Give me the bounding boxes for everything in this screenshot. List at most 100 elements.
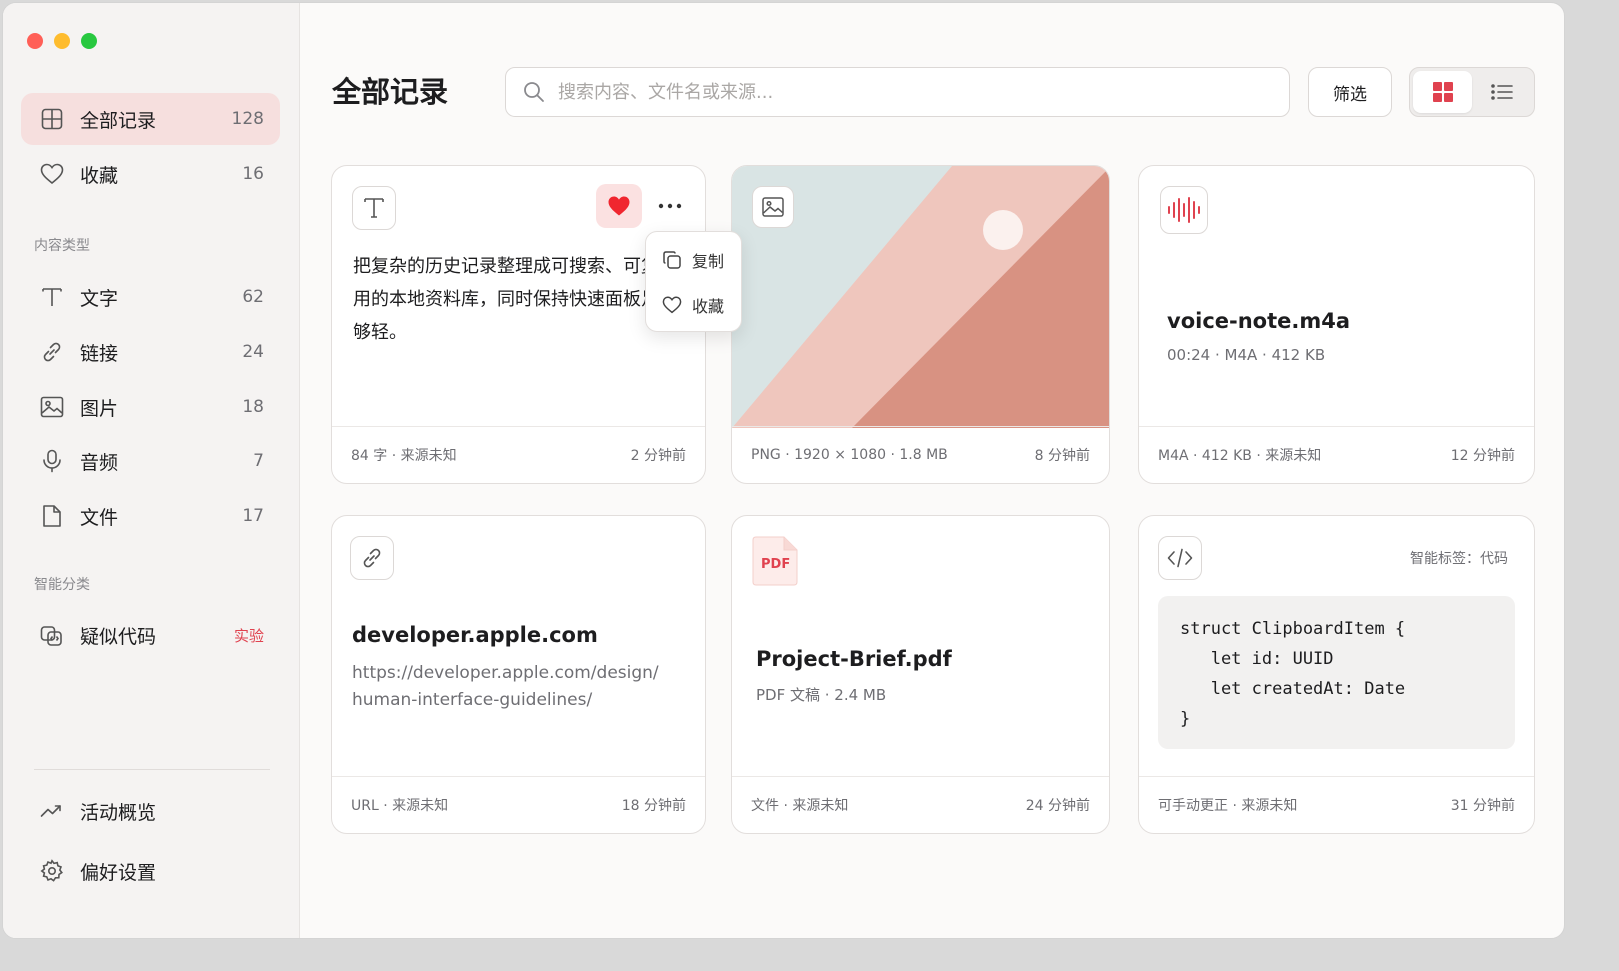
sidebar-item-count: 16 bbox=[242, 164, 264, 184]
link-url-line: https://developer.apple.com/design/ bbox=[352, 663, 659, 683]
sidebar-item-count: 24 bbox=[242, 342, 264, 362]
sidebar-item-label: 文字 bbox=[80, 287, 119, 310]
clip-card-file[interactable]: PDF Project-Brief.pdf PDF 文稿 · 2.4 MB 文件… bbox=[731, 515, 1110, 834]
sidebar-item-count: 62 bbox=[242, 287, 264, 307]
sidebar-item-label: 收藏 bbox=[80, 164, 119, 187]
heart-icon bbox=[662, 296, 682, 314]
search-bar[interactable] bbox=[505, 67, 1290, 117]
trend-icon bbox=[40, 799, 64, 823]
card-footer-time: 8 分钟前 bbox=[1034, 448, 1090, 464]
favorite-toggle-button[interactable] bbox=[596, 184, 642, 228]
card-footer-meta: M4A · 412 KB · 来源未知 bbox=[1158, 448, 1322, 464]
card-footer: 文件 · 来源未知 24 分钟前 bbox=[732, 776, 1109, 833]
link-url-line: human-interface-guidelines/ bbox=[352, 690, 593, 710]
sidebar-item-count: 18 bbox=[242, 397, 264, 417]
grid-icon bbox=[40, 107, 64, 131]
sidebar-item-favorites[interactable]: 收藏 16 bbox=[21, 148, 280, 200]
text-icon bbox=[40, 285, 64, 309]
audio-filename: voice-note.m4a bbox=[1167, 309, 1351, 333]
window-controls bbox=[27, 33, 97, 49]
card-context-menu: 复制 收藏 bbox=[645, 231, 742, 332]
clip-card-image[interactable]: PNG · 1920 × 1080 · 1.8 MB 8 分钟前 bbox=[731, 165, 1110, 484]
clip-card-code[interactable]: 智能标签：代码 struct ClipboardItem { let id: U… bbox=[1138, 515, 1535, 834]
menu-item-label: 复制 bbox=[692, 252, 725, 271]
ellipsis-icon bbox=[658, 203, 682, 209]
image-icon bbox=[40, 395, 64, 419]
smart-tag-label: 智能标签：代码 bbox=[1410, 551, 1508, 567]
link-icon bbox=[40, 340, 64, 364]
sidebar-item-links[interactable]: 链接 24 bbox=[21, 326, 280, 378]
app-window: 全部记录 128 收藏 16 内容类型 文字 62 链接 24 图片 18 音频… bbox=[2, 2, 1565, 939]
view-mode-toggle bbox=[1409, 67, 1535, 117]
card-footer: PNG · 1920 × 1080 · 1.8 MB 8 分钟前 bbox=[732, 426, 1109, 483]
grid-view-button[interactable] bbox=[1413, 71, 1472, 113]
sidebar-item-all[interactable]: 全部记录 128 bbox=[21, 93, 280, 145]
sidebar-item-files[interactable]: 文件 17 bbox=[21, 490, 280, 542]
section-title-content-types: 内容类型 bbox=[34, 238, 90, 254]
card-footer-time: 24 分钟前 bbox=[1025, 798, 1090, 814]
copy-icon bbox=[663, 251, 681, 269]
document-icon bbox=[40, 504, 64, 528]
pdf-file-icon: PDF bbox=[752, 536, 798, 586]
sidebar-item-suspected-code[interactable]: 疑似代码 实验 bbox=[21, 609, 280, 661]
sidebar-item-count: 17 bbox=[242, 506, 264, 526]
grid-view-icon bbox=[1432, 82, 1453, 102]
card-footer: 84 字 · 来源未知 2 分钟前 bbox=[332, 426, 705, 483]
close-window-button[interactable] bbox=[27, 33, 43, 49]
sidebar-divider bbox=[34, 769, 270, 770]
card-footer-time: 2 分钟前 bbox=[630, 448, 686, 464]
image-icon bbox=[752, 186, 794, 228]
card-footer-meta: PNG · 1920 × 1080 · 1.8 MB bbox=[751, 447, 948, 463]
card-footer-time: 31 分钟前 bbox=[1450, 798, 1515, 814]
sidebar-item-label: 文件 bbox=[80, 506, 119, 529]
more-options-button[interactable] bbox=[652, 188, 688, 224]
menu-item-favorite[interactable]: 收藏 bbox=[662, 293, 724, 317]
code-scan-icon bbox=[40, 623, 64, 647]
clip-card-audio[interactable]: voice-note.m4a 00:24 · M4A · 412 KB M4A … bbox=[1138, 165, 1535, 484]
text-icon bbox=[352, 186, 396, 230]
sidebar: 全部记录 128 收藏 16 内容类型 文字 62 链接 24 图片 18 音频… bbox=[3, 3, 300, 938]
waveform-icon bbox=[1160, 186, 1208, 234]
menu-item-copy[interactable]: 复制 bbox=[662, 248, 724, 272]
sidebar-item-activity[interactable]: 活动概览 bbox=[21, 785, 280, 837]
code-icon bbox=[1158, 536, 1202, 580]
list-view-button[interactable] bbox=[1472, 71, 1531, 113]
audio-details: 00:24 · M4A · 412 KB bbox=[1167, 346, 1326, 364]
pdf-badge: PDF bbox=[761, 557, 791, 572]
link-url[interactable]: https://developer.apple.com/design/ huma… bbox=[352, 660, 659, 714]
filter-button[interactable]: 筛选 bbox=[1308, 67, 1392, 117]
sidebar-item-label: 链接 bbox=[80, 342, 119, 365]
sidebar-item-label: 活动概览 bbox=[80, 801, 157, 824]
heart-filled-icon bbox=[608, 196, 630, 216]
link-icon bbox=[350, 536, 394, 580]
menu-item-label: 收藏 bbox=[692, 297, 725, 316]
card-footer-meta: URL · 来源未知 bbox=[351, 798, 449, 814]
search-input[interactable] bbox=[558, 81, 1238, 103]
sidebar-item-text[interactable]: 文字 62 bbox=[21, 271, 280, 323]
experimental-badge: 实验 bbox=[233, 626, 264, 645]
card-footer-time: 12 分钟前 bbox=[1450, 448, 1515, 464]
zoom-window-button[interactable] bbox=[81, 33, 97, 49]
card-footer: M4A · 412 KB · 来源未知 12 分钟前 bbox=[1139, 426, 1534, 483]
sidebar-item-label: 偏好设置 bbox=[80, 861, 157, 884]
clip-text-content: 把复杂的历史记录整理成可搜索、可复用的本地资料库，同时保持快速面板足够轻。 bbox=[353, 256, 659, 343]
heart-icon bbox=[40, 162, 64, 186]
sidebar-item-audio[interactable]: 音频 7 bbox=[21, 435, 280, 487]
file-name: Project-Brief.pdf bbox=[756, 647, 952, 671]
sidebar-item-label: 疑似代码 bbox=[80, 625, 157, 648]
sidebar-item-label: 全部记录 bbox=[80, 109, 157, 132]
file-details: PDF 文稿 · 2.4 MB bbox=[756, 686, 887, 704]
clip-card-link[interactable]: developer.apple.com https://developer.ap… bbox=[331, 515, 706, 834]
section-title-smart: 智能分类 bbox=[34, 577, 90, 593]
sidebar-item-label: 图片 bbox=[80, 397, 119, 420]
code-snippet: struct ClipboardItem { let id: UUID let … bbox=[1158, 596, 1515, 749]
sidebar-item-preferences[interactable]: 偏好设置 bbox=[21, 845, 280, 897]
link-domain: developer.apple.com bbox=[352, 623, 598, 647]
card-footer: URL · 来源未知 18 分钟前 bbox=[332, 776, 705, 833]
card-footer: 可手动更正 · 来源未知 31 分钟前 bbox=[1139, 776, 1534, 833]
sidebar-item-images[interactable]: 图片 18 bbox=[21, 381, 280, 433]
card-footer-meta: 84 字 · 来源未知 bbox=[351, 448, 457, 464]
sidebar-item-count: 128 bbox=[231, 109, 264, 129]
search-icon bbox=[522, 80, 546, 104]
minimize-window-button[interactable] bbox=[54, 33, 70, 49]
